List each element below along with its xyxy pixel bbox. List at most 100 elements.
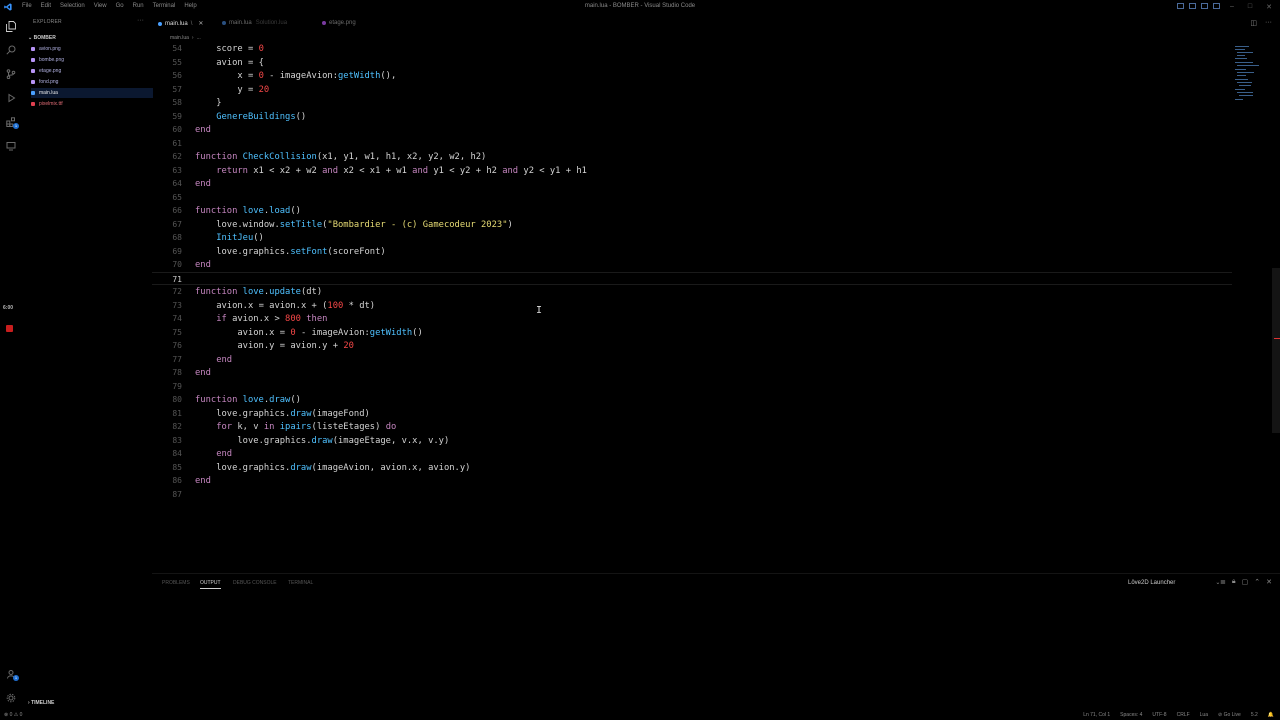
code-line[interactable]: 67 love.window.setTitle("Bombardier - (c… (152, 218, 1232, 232)
status-item[interactable]: Ln 71, Col 1 (1083, 712, 1110, 718)
code-line[interactable]: 75 avion.x = 0 - imageAvion:getWidth() (152, 326, 1232, 340)
folder-bomber[interactable]: ⌄ BOMBER (28, 35, 56, 41)
code-line[interactable]: 78 end (152, 366, 1232, 380)
more-actions-icon[interactable]: ··· (1265, 19, 1272, 27)
code-line[interactable]: 83 love.graphics.draw(imageEtage, v.x, v… (152, 434, 1232, 448)
code-line[interactable]: 57 y = 20 (152, 83, 1232, 97)
line-number: 87 (172, 489, 182, 499)
toggle-primary-sidebar-icon[interactable] (1177, 3, 1184, 9)
source-control-icon[interactable] (5, 68, 17, 80)
file-pixelmix-ttf[interactable]: pixelmix.ttf (31, 99, 63, 109)
line-number: 84 (172, 449, 182, 458)
maximize-panel-icon[interactable]: ⌃ (1254, 578, 1260, 586)
line-number: 59 (172, 111, 182, 121)
editor-scrollbar[interactable] (1272, 268, 1280, 433)
code-line[interactable]: 73 avion.x = avion.x + (100 * dt) (152, 299, 1232, 313)
code-line[interactable]: 61 (152, 137, 1232, 151)
code-line[interactable]: 84 end (152, 447, 1232, 461)
tab-output[interactable]: OUTPUT (200, 580, 221, 589)
line-number: 76 (172, 341, 182, 350)
line-code: x = 0 - imageAvion:getWidth(), (237, 71, 397, 81)
status-item[interactable]: 5.2 (1251, 712, 1258, 718)
line-number: 64 (172, 179, 182, 188)
code-editor[interactable]: 54 score = 0 55 avion = {56 x = 0 - image… (152, 42, 1272, 572)
code-line[interactable]: 82 for k, v in ipairs(listeEtages) do (152, 420, 1232, 434)
record-stop-icon[interactable] (6, 325, 13, 332)
minimize-button[interactable]: – (1230, 3, 1234, 11)
clear-output-icon[interactable]: ≣ (1220, 578, 1226, 586)
code-line[interactable]: 70 end (152, 258, 1232, 272)
line-number: 70 (172, 260, 182, 269)
tab-debug-console[interactable]: DEBUG CONSOLE (233, 580, 277, 586)
tab-description: Solution.lua (255, 20, 288, 26)
breadcrumb-file[interactable]: main.lua (170, 35, 189, 41)
tab-terminal[interactable]: TERMINAL (288, 580, 313, 586)
file-etage-png[interactable]: etage.png (31, 66, 61, 76)
status-item[interactable]: Lua (1200, 712, 1208, 718)
manage-gear-icon[interactable] (5, 692, 17, 704)
code-line[interactable]: 74 if avion.x > 800 then (152, 312, 1232, 326)
tab-problems[interactable]: PROBLEMS (162, 580, 190, 586)
run-debug-icon[interactable] (5, 92, 17, 104)
code-line[interactable]: 85 love.graphics.draw(imageAvion, avion.… (152, 461, 1232, 475)
code-line[interactable]: 76 avion.y = avion.y + 20 (152, 339, 1232, 353)
code-line[interactable]: 77 end (152, 353, 1232, 367)
code-line[interactable]: 63 return x1 < x2 + w2 and x2 < x1 + w1 … (152, 164, 1232, 178)
file-avion-png[interactable]: avion.png (31, 44, 61, 54)
accounts-icon[interactable]: 1 (5, 668, 19, 681)
code-line[interactable]: 87 (152, 488, 1232, 502)
close-window-button[interactable]: ✕ (1266, 3, 1272, 11)
code-line[interactable]: 66 function love.load() (152, 204, 1232, 218)
minimap[interactable] (1233, 44, 1259, 104)
toggle-panel-icon[interactable] (1189, 3, 1196, 9)
code-line[interactable]: 62 function CheckCollision(x1, y1, w1, h1… (152, 150, 1232, 164)
line-code: for k, v in ipairs(listeEtages) do (216, 422, 397, 432)
output-source-select[interactable]: Löve2D Launcher ⌄ (1128, 579, 1220, 586)
code-line[interactable]: 68 InitJeu() (152, 231, 1232, 245)
status-item[interactable]: ⊘ Go Live (1218, 712, 1241, 718)
close-tab-icon[interactable]: ✕ (198, 20, 203, 27)
code-line[interactable]: 64 end (152, 177, 1232, 191)
code-line[interactable]: 79 (152, 380, 1232, 394)
code-line[interactable]: 86 end (152, 474, 1232, 488)
lock-scroll-icon[interactable]: 🔒︎ (1232, 578, 1236, 586)
code-line[interactable]: 58 } (152, 96, 1232, 110)
explorer-icon[interactable] (5, 20, 17, 32)
code-line[interactable]: 55 avion = { (152, 56, 1232, 70)
problems-status[interactable]: ⊗ 0 ⚠ 0 (4, 712, 22, 718)
status-item[interactable]: Spaces: 4 (1120, 712, 1142, 718)
code-line[interactable]: 56 x = 0 - imageAvion:getWidth(), (152, 69, 1232, 83)
status-item[interactable]: 🔔 (1268, 712, 1274, 718)
code-line[interactable]: 80 function love.draw() (152, 393, 1232, 407)
tab-etage-png[interactable]: etage.png (322, 20, 356, 26)
remote-explorer-icon[interactable] (5, 140, 17, 152)
tab-main-lua-solution[interactable]: main.lua Solution.lua (222, 20, 287, 26)
close-panel-icon[interactable]: ✕ (1266, 578, 1272, 586)
search-icon[interactable] (5, 44, 17, 56)
file-fond-png[interactable]: fond.png (31, 77, 58, 87)
toggle-secondary-sidebar-icon[interactable] (1201, 3, 1208, 9)
customize-layout-icon[interactable] (1213, 3, 1220, 9)
code-line[interactable]: 69 love.graphics.setFont(scoreFont) (152, 245, 1232, 259)
breadcrumb-symbol[interactable]: ... (197, 35, 201, 41)
line-code: end (195, 476, 211, 486)
split-editor-icon[interactable]: ◫ (1250, 19, 1257, 27)
timeline-section[interactable]: › TIMELINE (28, 700, 54, 706)
extensions-icon[interactable]: 1 (5, 116, 19, 129)
code-line[interactable]: 72 function love.update(dt) (152, 285, 1232, 299)
tab-main-lua[interactable]: main.lua \ ✕ (158, 20, 203, 27)
file-main-lua[interactable]: main.lua (31, 88, 153, 98)
code-line[interactable]: 60 end (152, 123, 1232, 137)
code-line[interactable]: 65 (152, 191, 1232, 205)
maximize-button[interactable]: □ (1248, 3, 1252, 11)
code-line[interactable]: 54 score = 0 (152, 42, 1232, 56)
open-in-editor-icon[interactable]: ▢ (1242, 578, 1249, 586)
code-line[interactable]: 81 love.graphics.draw(imageFond) (152, 407, 1232, 421)
status-item[interactable]: CRLF (1177, 712, 1190, 718)
code-line[interactable]: 59 GenereBuildings() (152, 110, 1232, 124)
file-bombe-png[interactable]: bombe.png (31, 55, 64, 65)
code-line[interactable]: 71 (152, 271, 1232, 285)
explorer-more-actions-icon[interactable]: ··· (137, 17, 144, 24)
status-item[interactable]: UTF-8 (1152, 712, 1166, 718)
line-number: 71 (172, 274, 182, 284)
